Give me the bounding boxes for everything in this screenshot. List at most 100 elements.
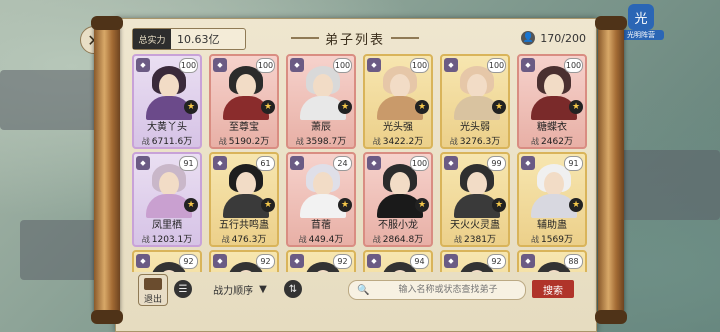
capacity-text: 170/200 [540, 31, 586, 45]
disciple-level: 100 [179, 58, 198, 73]
disciple-level: 100 [410, 156, 429, 171]
sort-order-toggle-icon[interactable]: ⇅ [284, 280, 302, 298]
disciple-card[interactable]: ◆ 100 ★ 大黄丫头战 6711.6万 [132, 54, 202, 149]
star-icon: ★ [338, 100, 352, 114]
grade-icon: ◆ [444, 254, 458, 268]
disciple-level: 91 [564, 156, 583, 171]
disciple-card[interactable]: ◆ 92 [440, 250, 510, 272]
power-prefix: 战 [218, 137, 227, 146]
disciple-card[interactable]: ◆ 100 ★ 光头强战 3422.2万 [363, 54, 433, 149]
disciple-power: 战 3598.7万 [288, 134, 354, 147]
faction-icon[interactable]: 光 [628, 4, 654, 30]
disciple-power: 战 1569万 [519, 232, 585, 245]
power-prefix: 战 [221, 235, 230, 244]
disciple-level: 99 [487, 156, 506, 171]
disciple-power: 战 5190.2万 [211, 134, 277, 147]
disciple-power: 战 6711.6万 [134, 134, 200, 147]
power-prefix: 战 [372, 137, 381, 146]
grade-icon: ◆ [367, 254, 381, 268]
disciple-power-value: 2381万 [464, 235, 496, 245]
disciple-card[interactable]: ◆ 88 [517, 250, 587, 272]
disciple-power: 战 449.4万 [288, 232, 354, 245]
disciple-name: 大黄丫头 [147, 122, 187, 133]
disciple-name: 天火火灵蛊 [450, 220, 500, 231]
disciple-power-value: 3422.2万 [382, 137, 424, 147]
disciple-level: 100 [564, 58, 583, 73]
sort-dropdown-label: 战力顺序 [213, 285, 254, 297]
power-prefix: 战 [531, 235, 540, 244]
faction-label: 光明阵营 [618, 30, 664, 40]
star-icon: ★ [492, 198, 506, 212]
disciple-level: 92 [179, 254, 198, 269]
disciple-level: 100 [333, 58, 352, 73]
disciple-card[interactable]: ◆ 94 [363, 250, 433, 272]
search-icon: 🔍 [357, 284, 370, 296]
disciple-card[interactable]: ◆ 61 ★ 五行共鸣蛊战 476.3万 [209, 152, 279, 247]
disciple-level: 92 [256, 254, 275, 269]
disciple-power-value: 449.4万 [308, 235, 344, 245]
disciple-power: 战 3422.2万 [365, 134, 431, 147]
disciple-power-value: 1203.1万 [151, 235, 193, 245]
star-icon: ★ [492, 100, 506, 114]
power-prefix: 战 [141, 235, 150, 244]
disciple-name: 辅助蛊 [537, 220, 567, 231]
grade-icon: ◆ [521, 156, 535, 170]
disciple-power: 战 2381万 [442, 232, 508, 245]
disciple-card[interactable]: ◆ 24 ★ 苜蓿战 449.4万 [286, 152, 356, 247]
grade-icon: ◆ [213, 156, 227, 170]
disciple-card[interactable]: ◆ 100 ★ 萧辰战 3598.7万 [286, 54, 356, 149]
disciple-card[interactable]: ◆ 100 ★ 糖蝶衣战 2462万 [517, 54, 587, 149]
disciple-card[interactable]: ◆ 91 ★ 辅助蛊战 1569万 [517, 152, 587, 247]
disciple-power: 战 1203.1万 [134, 232, 200, 245]
disciple-level: 100 [487, 58, 506, 73]
disciple-power-value: 1569万 [541, 235, 573, 245]
disciple-card[interactable]: ◆ 100 ★ 光头弱战 3276.3万 [440, 54, 510, 149]
star-icon: ★ [261, 100, 275, 114]
star-icon: ★ [569, 100, 583, 114]
sort-dropdown[interactable]: 战力顺序 ▼ [200, 280, 280, 298]
grade-icon: ◆ [290, 254, 304, 268]
search-button[interactable]: 搜索 [532, 280, 574, 298]
chevron-down-icon: ▼ [259, 283, 267, 295]
grade-icon: ◆ [290, 58, 304, 72]
power-prefix: 战 [449, 137, 458, 146]
disciple-power-value: 6711.6万 [151, 137, 193, 147]
disciple-name: 苜蓿 [311, 220, 331, 231]
disciple-name: 不服小龙 [378, 220, 418, 231]
search-box: 🔍 [348, 280, 526, 300]
grade-icon: ◆ [367, 156, 381, 170]
disciple-power-value: 476.3万 [231, 235, 267, 245]
search-input[interactable] [371, 284, 525, 296]
grade-icon: ◆ [521, 254, 535, 268]
disciple-power-value: 5190.2万 [228, 137, 270, 147]
filter-icon[interactable]: ☰ [174, 280, 192, 298]
disciple-level: 88 [564, 254, 583, 269]
bottom-toolbar: ☰ 战力顺序 ▼ ⇅ 🔍 搜索 [130, 276, 590, 302]
disciple-power: 战 2864.8万 [365, 232, 431, 245]
panel-title-wrap: 弟子列表 [285, 26, 425, 50]
disciple-card[interactable]: ◆ 100 ★ 不服小龙战 2864.8万 [363, 152, 433, 247]
disciple-level: 91 [179, 156, 198, 171]
total-power-label: 总实力 [133, 29, 171, 49]
grade-icon: ◆ [136, 58, 150, 72]
disciple-level: 94 [410, 254, 429, 269]
rooftop-decoration [20, 220, 100, 280]
star-icon: ★ [415, 100, 429, 114]
grade-icon: ◆ [136, 156, 150, 170]
person-icon: 👤 [521, 31, 536, 45]
disciple-card[interactable]: ◆ 100 ★ 至尊宝战 5190.2万 [209, 54, 279, 149]
disciple-card[interactable]: ◆ 99 ★ 天火火灵蛊战 2381万 [440, 152, 510, 247]
disciple-name: 糖蝶衣 [537, 122, 567, 133]
disciple-power-value: 3598.7万 [305, 137, 347, 147]
total-power-box: 总实力 10.63亿 [132, 28, 246, 50]
disciple-card[interactable]: ◆ 92 [132, 250, 202, 272]
rooftop-decoration [610, 150, 720, 220]
disciple-card[interactable]: ◆ 91 ★ 凤里栖战 1203.1万 [132, 152, 202, 247]
disciple-card[interactable]: ◆ 92 [286, 250, 356, 272]
star-icon: ★ [261, 198, 275, 212]
grade-icon: ◆ [213, 58, 227, 72]
disciple-card[interactable]: ◆ 92 [209, 250, 279, 272]
star-icon: ★ [184, 198, 198, 212]
star-icon: ★ [415, 198, 429, 212]
power-prefix: 战 [295, 137, 304, 146]
